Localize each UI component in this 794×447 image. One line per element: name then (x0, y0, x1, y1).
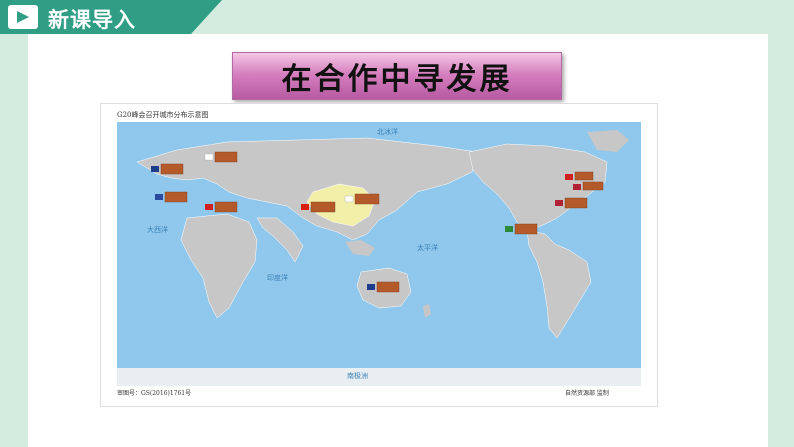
ocean-label-atlantic: 大西洋 (147, 225, 168, 234)
antarctica (117, 368, 641, 386)
top-bar: 新课导入 (0, 0, 794, 34)
section-label: 新课导入 (48, 8, 136, 32)
map-credit: 自然资源部 监制 (565, 390, 609, 397)
ocean-label-pacific: 太平洋 (417, 243, 438, 252)
slide-title: 在合作中寻发展 (281, 62, 513, 97)
play-icon (8, 5, 38, 29)
ocean-label-arctic: 北冰洋 (377, 127, 398, 136)
map-title: G20峰会召开城市分布示意图 (117, 111, 209, 119)
map-approval-number: 审图号：GS(2016)1761号 (117, 390, 192, 397)
ocean-label-indian: 印度洋 (267, 273, 288, 282)
world-map: G20峰会召开城市分布示意图 北冰洋 太平洋 大西洋 印度洋 南极洲 审图号：G… (100, 103, 658, 407)
map-graphic: 北冰洋 太平洋 大西洋 印度洋 南极洲 (117, 122, 641, 386)
slide-title-box: 在合作中寻发展 (232, 52, 562, 100)
ocean-label-antarctica: 南极洲 (347, 371, 368, 380)
